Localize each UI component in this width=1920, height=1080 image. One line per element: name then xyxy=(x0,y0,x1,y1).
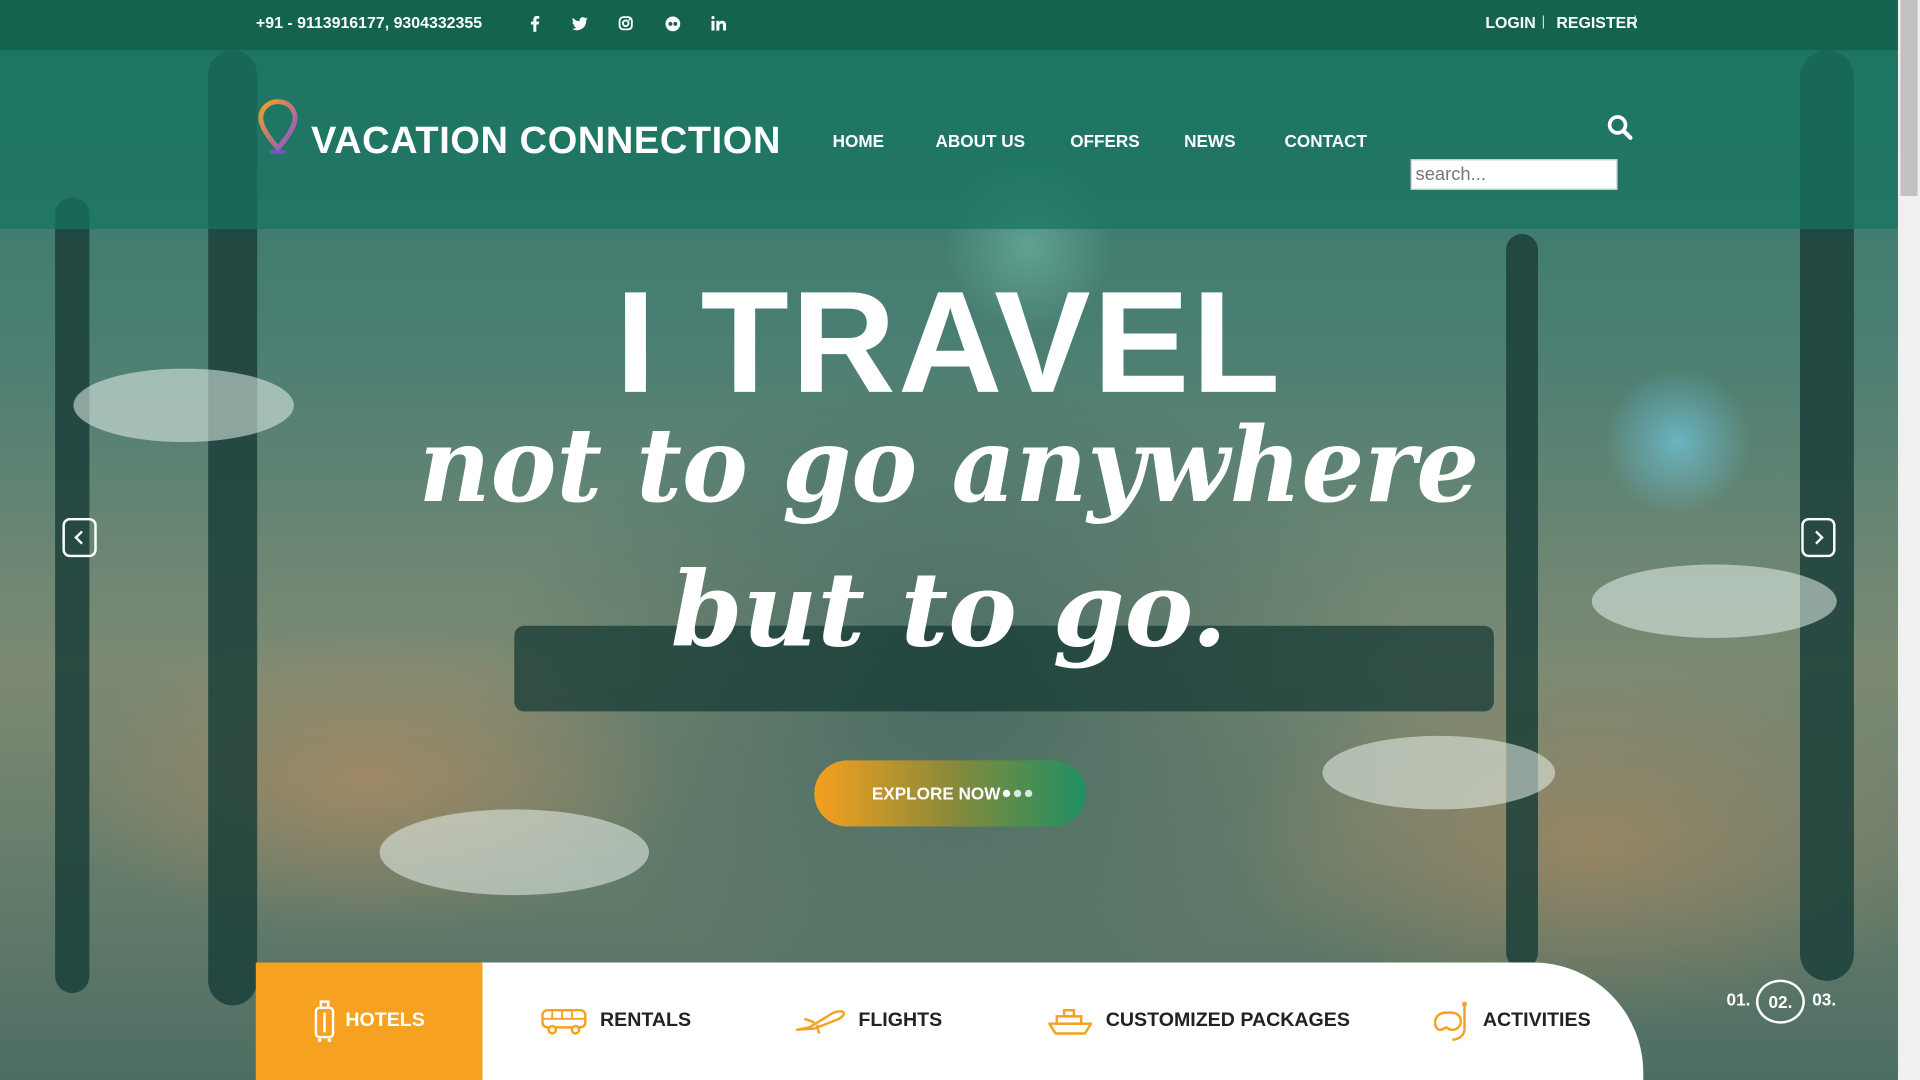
cruise-ship-icon xyxy=(1048,1008,1093,1035)
tab-rentals[interactable]: RENTALS xyxy=(541,962,691,1080)
bus-icon xyxy=(541,1008,587,1035)
nav-home[interactable]: HOME xyxy=(833,131,884,151)
brand-logo[interactable]: VACATION CONNECTION xyxy=(311,119,781,163)
tab-customized-packages[interactable]: CUSTOMIZED PACKAGES xyxy=(1047,962,1350,1080)
tab-activities[interactable]: ACTIVITIES xyxy=(1431,962,1591,1080)
location-pin-icon[interactable] xyxy=(256,99,300,155)
tab-activities-label: ACTIVITIES xyxy=(1482,1010,1591,1032)
slider-next-button[interactable] xyxy=(1801,517,1836,558)
slide-pager-3[interactable]: 03. xyxy=(1812,989,1836,1009)
snow-patch xyxy=(1322,735,1556,810)
luggage-icon xyxy=(314,1000,335,1043)
linkedin-icon[interactable] xyxy=(707,11,731,35)
slider-prev-button[interactable] xyxy=(62,517,97,558)
hero-headline: I TRAVEL xyxy=(615,262,1283,424)
nav-news[interactable]: NEWS xyxy=(1184,131,1235,151)
top-bar: +91 - 9113916177, 9304332355 LOGIN | REG… xyxy=(0,0,1898,51)
tab-flights-label: FLIGHTS xyxy=(858,1010,943,1032)
tab-hotels-label: HOTELS xyxy=(345,1010,425,1032)
divider: | xyxy=(1541,14,1546,30)
airplane-icon xyxy=(795,1010,846,1034)
snow-patch xyxy=(379,809,649,896)
slide-pager-2[interactable]: 02. xyxy=(1755,979,1805,1024)
register-link[interactable]: REGISTER xyxy=(1556,13,1637,31)
instagram-icon[interactable] xyxy=(613,11,637,35)
tab-customized-packages-label: CUSTOMIZED PACKAGES xyxy=(1105,1010,1350,1032)
loading-dots-icon xyxy=(1002,789,1033,798)
tripadvisor-icon[interactable] xyxy=(660,11,684,35)
booking-tabs: HOTELS RENTALS FLIGHTS CUSTOMIZED PACKAG… xyxy=(255,962,1644,1080)
divider: | xyxy=(1633,14,1637,30)
chevron-right-icon xyxy=(1815,530,1824,545)
hero-tagline-line1: not to go anywhere xyxy=(418,404,1480,526)
explore-now-label: EXPLORE NOW xyxy=(871,783,1001,804)
tab-hotels[interactable]: HOTELS xyxy=(255,962,483,1080)
contact-phone: +91 - 9113916177, 9304332355 xyxy=(255,13,483,32)
nav-about-us[interactable]: ABOUT US xyxy=(936,131,1026,151)
chevron-left-icon xyxy=(74,530,83,545)
snorkel-mask-icon xyxy=(1433,1001,1467,1041)
twitter-icon[interactable] xyxy=(567,11,591,35)
scrollbar-thumb[interactable] xyxy=(1900,0,1918,196)
slide-pager-1[interactable]: 01. xyxy=(1727,989,1751,1009)
search-input[interactable] xyxy=(1410,159,1618,190)
hero-tagline-line2: but to go. xyxy=(670,548,1228,670)
nav-contact[interactable]: CONTACT xyxy=(1285,131,1368,151)
login-link[interactable]: LOGIN xyxy=(1485,13,1535,31)
explore-now-button[interactable]: EXPLORE NOW xyxy=(814,760,1087,827)
nav-offers[interactable]: OFFERS xyxy=(1070,131,1140,151)
facebook-icon[interactable] xyxy=(523,11,547,35)
search-icon[interactable] xyxy=(1607,114,1634,141)
tab-flights[interactable]: FLIGHTS xyxy=(795,962,942,1080)
tab-rentals-label: RENTALS xyxy=(600,1010,692,1032)
